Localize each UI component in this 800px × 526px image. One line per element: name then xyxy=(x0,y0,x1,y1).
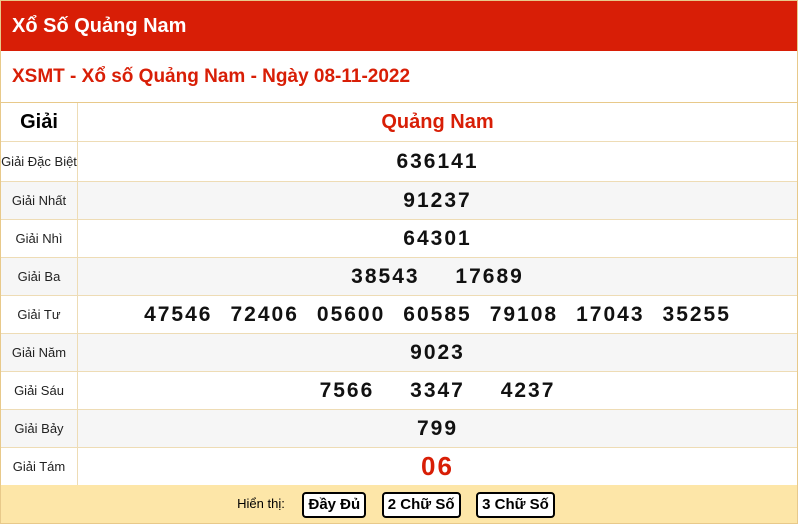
prize-number: 72406 xyxy=(230,302,299,326)
prize-number: 636141 xyxy=(396,149,479,173)
prize-label: Giải Ba xyxy=(1,257,78,296)
prize-number: 17043 xyxy=(576,302,645,326)
column-header-province[interactable]: Quảng Nam xyxy=(77,103,797,142)
prize-number: 60585 xyxy=(403,302,472,326)
prize-label: Giải Tư xyxy=(1,295,78,334)
prize-numbers: 799 xyxy=(77,409,797,448)
prize-label: Giải Nhì xyxy=(1,219,78,258)
prize-label: Giải Bảy xyxy=(1,409,78,448)
prize-numbers: 9023 xyxy=(77,333,797,372)
prize-number: 47546 xyxy=(144,302,213,326)
results-table: Giải Quảng Nam Giải Đặc Biệt 636141 Giải… xyxy=(1,103,797,486)
prize-number: 64301 xyxy=(403,226,472,250)
prize-numbers: 636141 xyxy=(77,141,797,182)
two-digits-button[interactable]: 2 Chữ Số xyxy=(381,491,461,518)
prize-number: 799 xyxy=(416,416,459,440)
prize-label: Giải Tám xyxy=(1,447,78,486)
prize-number: 38543 xyxy=(351,264,420,288)
prize-number: 3347 xyxy=(410,378,465,402)
special-prize-number: 06 xyxy=(421,451,454,481)
page-title: Xổ Số Quảng Nam xyxy=(1,1,797,51)
prize-numbers: 64301 xyxy=(77,219,797,258)
prize-number: 7566 xyxy=(319,378,375,402)
prize-label: Giải Đặc Biệt xyxy=(1,141,78,182)
results-subtitle[interactable]: XSMT - Xổ số Quảng Nam - Ngày 08-11-2022 xyxy=(1,51,797,103)
display-mode-bar: Hiển thị: Đầy Đủ 2 Chữ Số 3 Chữ Số xyxy=(1,485,797,523)
prize-numbers: 06 xyxy=(77,447,797,486)
prize-numbers: 7566 3347 4237 xyxy=(77,371,797,410)
results-panel: Xổ Số Quảng Nam XSMT - Xổ số Quảng Nam -… xyxy=(0,0,798,524)
prize-label: Giải Sáu xyxy=(1,371,78,410)
prize-numbers: 47546 72406 05600 60585 79108 17043 35255 xyxy=(77,295,797,334)
prize-number: 9023 xyxy=(410,340,465,364)
prize-number: 4237 xyxy=(500,378,556,402)
prize-label: Giải Năm xyxy=(1,333,78,372)
column-header-prize: Giải xyxy=(1,103,78,142)
prize-number: 35255 xyxy=(662,302,731,326)
three-digits-button[interactable]: 3 Chữ Số xyxy=(476,491,555,518)
prize-number: 79108 xyxy=(489,302,559,326)
prize-number: 91237 xyxy=(403,188,472,212)
prize-numbers: 91237 xyxy=(77,181,797,220)
display-mode-label: Hiển thị: xyxy=(237,496,285,511)
prize-numbers: 38543 17689 xyxy=(77,257,797,296)
prize-number: 05600 xyxy=(316,302,386,326)
prize-label: Giải Nhất xyxy=(1,181,78,220)
full-digits-button[interactable]: Đầy Đủ xyxy=(302,491,367,518)
prize-number: 17689 xyxy=(455,264,524,288)
